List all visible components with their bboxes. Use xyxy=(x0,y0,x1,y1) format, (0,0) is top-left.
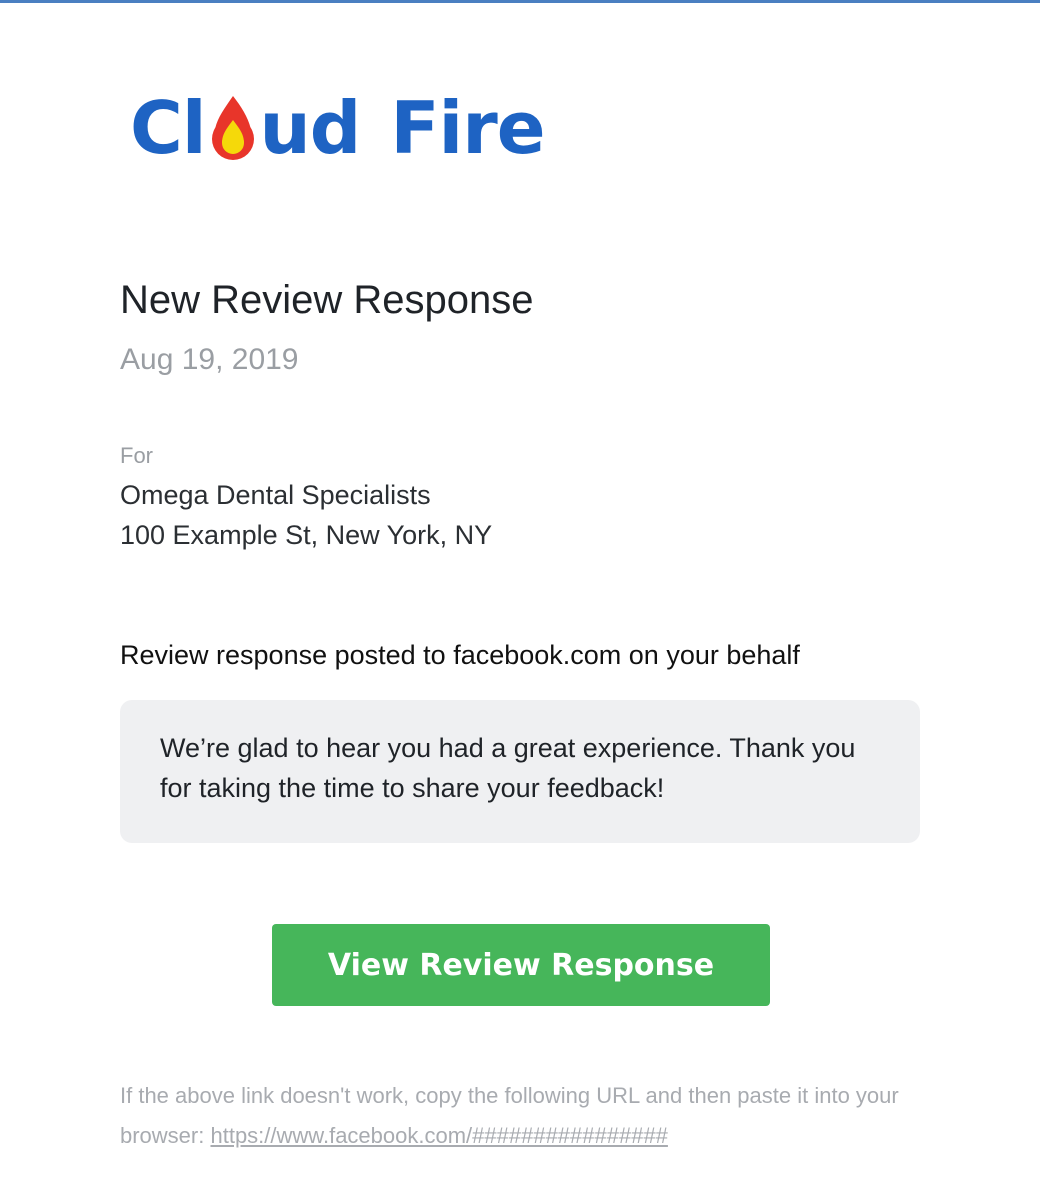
logo-text-ud: ud xyxy=(259,86,362,170)
cloud-fire-logo: Cl ud Fire xyxy=(130,86,546,170)
flame-icon xyxy=(211,96,254,160)
review-response-text: We’re glad to hear you had a great exper… xyxy=(160,733,856,803)
review-response-box: We’re glad to hear you had a great exper… xyxy=(120,700,920,843)
logo-text-cl: Cl xyxy=(130,86,207,170)
fallback-url-link[interactable]: https://www.facebook.com/###############… xyxy=(210,1123,667,1148)
for-label: For xyxy=(120,443,153,468)
email-title: New Review Response xyxy=(120,278,534,322)
email-body: Cl ud Fire New Review Response Aug 19, 2… xyxy=(0,0,1040,1201)
logo-text-fire: Fire xyxy=(390,86,545,170)
business-name: Omega Dental Specialists xyxy=(120,480,431,510)
fallback-instructions: If the above link doesn't work, copy the… xyxy=(120,1076,940,1156)
view-review-response-button[interactable]: View Review Response xyxy=(272,924,770,1006)
business-address: 100 Example St, New York, NY xyxy=(120,520,493,550)
email-date: Aug 19, 2019 xyxy=(120,343,299,376)
posted-note: Review response posted to facebook.com o… xyxy=(120,640,800,670)
